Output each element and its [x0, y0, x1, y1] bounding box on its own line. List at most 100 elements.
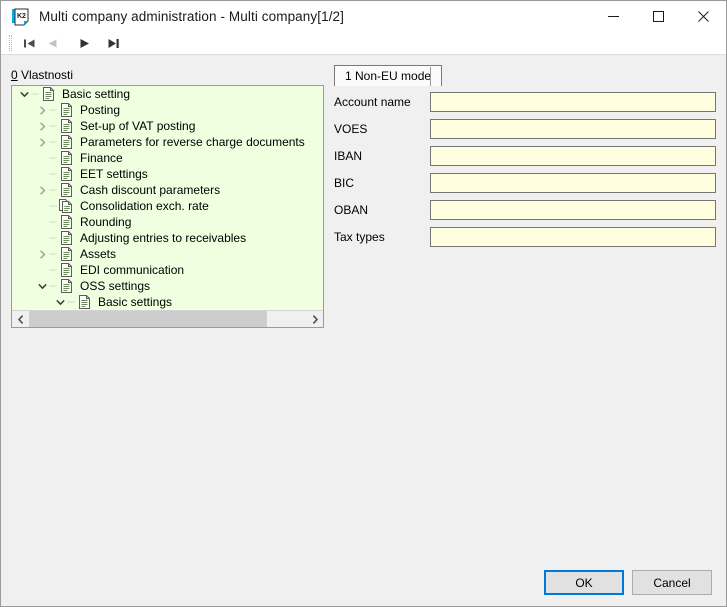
tree-item-label: EDI communication: [77, 263, 187, 278]
tree-leaf-spacer: [36, 198, 49, 214]
chevron-down-icon[interactable]: [18, 86, 31, 102]
iban-input[interactable]: [430, 146, 716, 166]
tree-connector-line: [49, 102, 58, 118]
toolbar-grip: [9, 35, 12, 51]
account-name-input[interactable]: [430, 92, 716, 112]
maximize-button[interactable]: [636, 1, 681, 32]
tree-item-adjusting-entries-to-receivables[interactable]: Adjusting entries to receivables: [12, 230, 323, 246]
tree-connector-line: [31, 86, 40, 102]
iban-label: IBAN: [334, 149, 430, 163]
document-icon: [58, 166, 74, 182]
previous-record-button[interactable]: [41, 33, 64, 53]
chevron-right-icon[interactable]: [36, 182, 49, 198]
document-icon: [58, 102, 74, 118]
document-icon: [58, 214, 74, 230]
previous-record-icon: [46, 38, 59, 49]
oban-label: OBAN: [334, 203, 430, 217]
tree-item-label: OSS settings: [77, 279, 153, 294]
tree-connector-line: [49, 214, 58, 230]
tree-connector-line: [49, 230, 58, 246]
tree-connector-line: [49, 118, 58, 134]
tree-horizontal-scrollbar[interactable]: [12, 310, 323, 327]
tree-item-finance[interactable]: Finance: [12, 150, 323, 166]
dialog-body: 0 Vlastnosti Basic settingPostingSet-up …: [1, 55, 726, 606]
chevron-right-icon[interactable]: [36, 134, 49, 150]
tree-item-assets[interactable]: Assets: [12, 246, 323, 262]
window-controls: [591, 1, 726, 32]
tax-types-input[interactable]: [430, 227, 716, 247]
next-record-button[interactable]: [73, 33, 96, 53]
form-row-iban: IBAN: [334, 142, 716, 169]
tree-item-posting[interactable]: Posting: [12, 102, 323, 118]
tree-item-label: EET settings: [77, 167, 151, 182]
properties-tree-panel: Basic settingPostingSet-up of VAT postin…: [11, 85, 324, 328]
tree-item-consolidation-exch-rate[interactable]: Consolidation exch. rate: [12, 198, 323, 214]
tree-leaf-spacer: [36, 150, 49, 166]
minimize-button[interactable]: [591, 1, 636, 32]
document-icon: [58, 134, 74, 150]
bic-input[interactable]: [430, 173, 716, 193]
tree-connector-line: [49, 166, 58, 182]
document-icon: [58, 246, 74, 262]
voes-input[interactable]: [430, 119, 716, 139]
scrollbar-thumb[interactable]: [29, 311, 267, 327]
svg-text:K2: K2: [17, 13, 26, 20]
oban-input[interactable]: [430, 200, 716, 220]
document-icon: [40, 86, 56, 102]
scrollbar-track[interactable]: [29, 311, 306, 327]
tree-item-edi-communication[interactable]: EDI communication: [12, 262, 323, 278]
form-row-account-name: Account name: [334, 88, 716, 115]
tree-leaf-spacer: [36, 166, 49, 182]
first-record-icon: [23, 38, 36, 49]
properties-tree[interactable]: Basic settingPostingSet-up of VAT postin…: [12, 86, 323, 310]
first-record-button[interactable]: [18, 33, 41, 53]
tree-connector-line: [49, 278, 58, 294]
account-name-label: Account name: [334, 95, 430, 109]
tree-item-label: Finance: [77, 151, 126, 166]
navigation-toolbar: [1, 32, 726, 54]
tree-item-label: Consolidation exch. rate: [77, 199, 212, 214]
non-eu-mode-form: Account nameVOESIBANBICOBANTax types: [334, 88, 716, 250]
tree-connector-line: [49, 246, 58, 262]
tree-item-label: Adjusting entries to receivables: [77, 231, 249, 246]
tree-item-rounding[interactable]: Rounding: [12, 214, 323, 230]
main-window: K2 Multi company administration - Multi …: [0, 0, 727, 607]
tree-item-eet-settings[interactable]: EET settings: [12, 166, 323, 182]
tree-item-label: Set-up of VAT posting: [77, 119, 198, 134]
cancel-button[interactable]: Cancel: [632, 570, 712, 595]
scroll-left-icon[interactable]: [12, 311, 29, 327]
bic-label: BIC: [334, 176, 430, 190]
chevron-down-icon[interactable]: [36, 278, 49, 294]
document-icon: [58, 230, 74, 246]
chevron-down-icon[interactable]: [54, 294, 67, 310]
ok-button[interactable]: OK: [544, 570, 624, 595]
tree-item-label: Basic setting: [59, 87, 133, 102]
tree-item-parameters-for-reverse-charge-documents[interactable]: Parameters for reverse charge documents: [12, 134, 323, 150]
tree-caption: 0 Vlastnosti: [11, 68, 73, 82]
chevron-right-icon[interactable]: [36, 102, 49, 118]
title-bar: K2 Multi company administration - Multi …: [1, 1, 726, 32]
tree-connector-line: [49, 198, 58, 214]
tree-connector-line: [49, 182, 58, 198]
tax-types-label: Tax types: [334, 230, 430, 244]
tree-item-label: Cash discount parameters: [77, 183, 223, 198]
tree-item-oss-settings[interactable]: OSS settings: [12, 278, 323, 294]
tab-non-eu-mode[interactable]: 1 Non-EU mode: [334, 65, 442, 86]
tab-strip-edge: [430, 67, 431, 86]
scroll-right-icon[interactable]: [306, 311, 323, 327]
chevron-right-icon[interactable]: [36, 246, 49, 262]
tree-item-basic-setting[interactable]: Basic setting: [12, 86, 323, 102]
document-icon: [58, 182, 74, 198]
tree-caption-accel: 0: [11, 68, 18, 82]
chevron-right-icon[interactable]: [36, 118, 49, 134]
last-record-button[interactable]: [102, 33, 125, 53]
tree-item-label: Assets: [77, 247, 119, 262]
document-icon: [76, 294, 92, 310]
tree-connector-line: [67, 294, 76, 310]
document-icon: [58, 278, 74, 294]
close-button[interactable]: [681, 1, 726, 32]
tree-item-basic-settings[interactable]: Basic settings: [12, 294, 323, 310]
tree-item-set-up-of-vat-posting[interactable]: Set-up of VAT posting: [12, 118, 323, 134]
tree-connector-line: [49, 150, 58, 166]
tree-item-cash-discount-parameters[interactable]: Cash discount parameters: [12, 182, 323, 198]
